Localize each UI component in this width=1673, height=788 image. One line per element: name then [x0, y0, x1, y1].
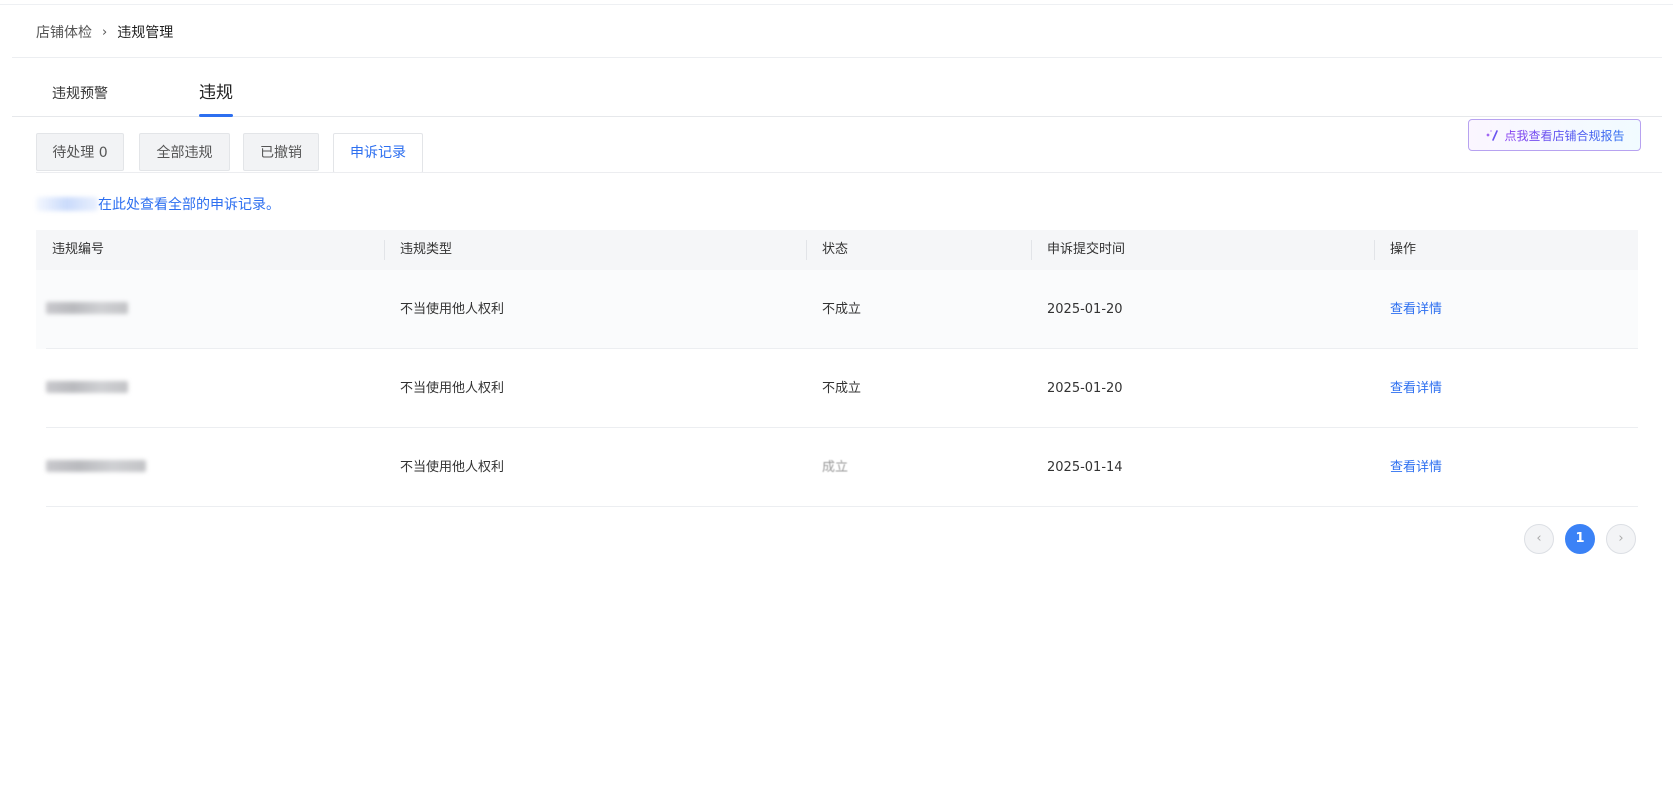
- status: 不成立: [822, 381, 862, 396]
- violation-type: 不当使用他人权利: [400, 302, 505, 317]
- blurred-violation-id: [46, 381, 128, 393]
- tab-violations[interactable]: 违规: [199, 76, 233, 117]
- prev-page-button[interactable]: ‹: [1524, 524, 1554, 554]
- notice-text: 在此处查看全部的申诉记录。: [98, 197, 280, 213]
- view-details-link[interactable]: 查看详情: [1390, 349, 1442, 428]
- primary-tabs: 违规预警 违规: [12, 76, 1662, 117]
- chevron-right-icon: ›: [102, 24, 108, 40]
- violation-type: 不当使用他人权利: [400, 381, 505, 396]
- chevron-right-icon: ›: [1618, 531, 1624, 546]
- column-header-submit-time: 申诉提交时间: [1047, 242, 1126, 257]
- compliance-report-label: 点我查看店铺合规报告: [1504, 128, 1625, 143]
- tab-pending[interactable]: 待处理 0: [36, 133, 124, 171]
- breadcrumb-divider: [12, 57, 1662, 58]
- blurred-violation-id: [46, 460, 146, 472]
- secondary-tabs-divider: [36, 172, 1662, 173]
- column-header-status: 状态: [822, 242, 849, 257]
- tab-violation-warning[interactable]: 违规预警: [52, 76, 108, 116]
- table-row: 不当使用他人权利 不成立 2025-01-20 查看详情: [36, 270, 1638, 349]
- notice: 在此处查看全部的申诉记录。: [36, 194, 280, 214]
- tab-revoked[interactable]: 已撤销: [243, 133, 319, 171]
- chevron-left-icon: ‹: [1536, 531, 1542, 546]
- view-details-link[interactable]: 查看详情: [1390, 270, 1442, 349]
- violation-type: 不当使用他人权利: [400, 460, 505, 475]
- breadcrumb-current: 违规管理: [117, 25, 174, 41]
- tab-all-violations[interactable]: 全部违规: [139, 133, 230, 171]
- submit-time: 2025-01-14: [1047, 460, 1123, 475]
- table-header: 违规编号 违规类型 状态 申诉提交时间 操作: [36, 230, 1638, 270]
- blurred-violation-id: [46, 302, 128, 314]
- next-page-button[interactable]: ›: [1606, 524, 1636, 554]
- table-row: 不当使用他人权利 成立 2025-01-14 查看详情: [36, 428, 1638, 507]
- compliance-report-button[interactable]: 点我查看店铺合规报告: [1468, 119, 1641, 151]
- status: 不成立: [822, 302, 862, 317]
- breadcrumb: 店铺体检 › 违规管理: [36, 22, 173, 42]
- top-divider: [0, 4, 1673, 5]
- breadcrumb-parent[interactable]: 店铺体检: [36, 22, 92, 42]
- column-header-actions: 操作: [1390, 242, 1417, 257]
- column-divider: [384, 240, 385, 260]
- column-header-violation-id: 违规编号: [52, 242, 105, 257]
- submit-time: 2025-01-20: [1047, 302, 1123, 317]
- page: 店铺体检 › 违规管理 违规预警 违规 待处理 0 全部违规 已撤销 申诉记录 …: [0, 0, 1673, 788]
- appeal-records-table: 违规编号 违规类型 状态 申诉提交时间 操作 不当使用他人权利 不成立 2025…: [36, 230, 1638, 507]
- view-details-link[interactable]: 查看详情: [1390, 428, 1442, 507]
- column-header-violation-type: 违规类型: [400, 242, 453, 257]
- column-divider: [806, 240, 807, 260]
- status: 成立: [822, 460, 849, 475]
- table-row: 不当使用他人权利 不成立 2025-01-20 查看详情: [36, 349, 1638, 428]
- blurred-text: [36, 197, 98, 211]
- tab-appeal-records[interactable]: 申诉记录: [333, 133, 423, 173]
- page-1-button[interactable]: 1: [1565, 524, 1595, 554]
- column-divider: [1031, 240, 1032, 260]
- submit-time: 2025-01-20: [1047, 381, 1123, 396]
- sparkle-icon: [1486, 130, 1499, 141]
- column-divider: [1374, 240, 1375, 260]
- row-divider: [46, 506, 1638, 507]
